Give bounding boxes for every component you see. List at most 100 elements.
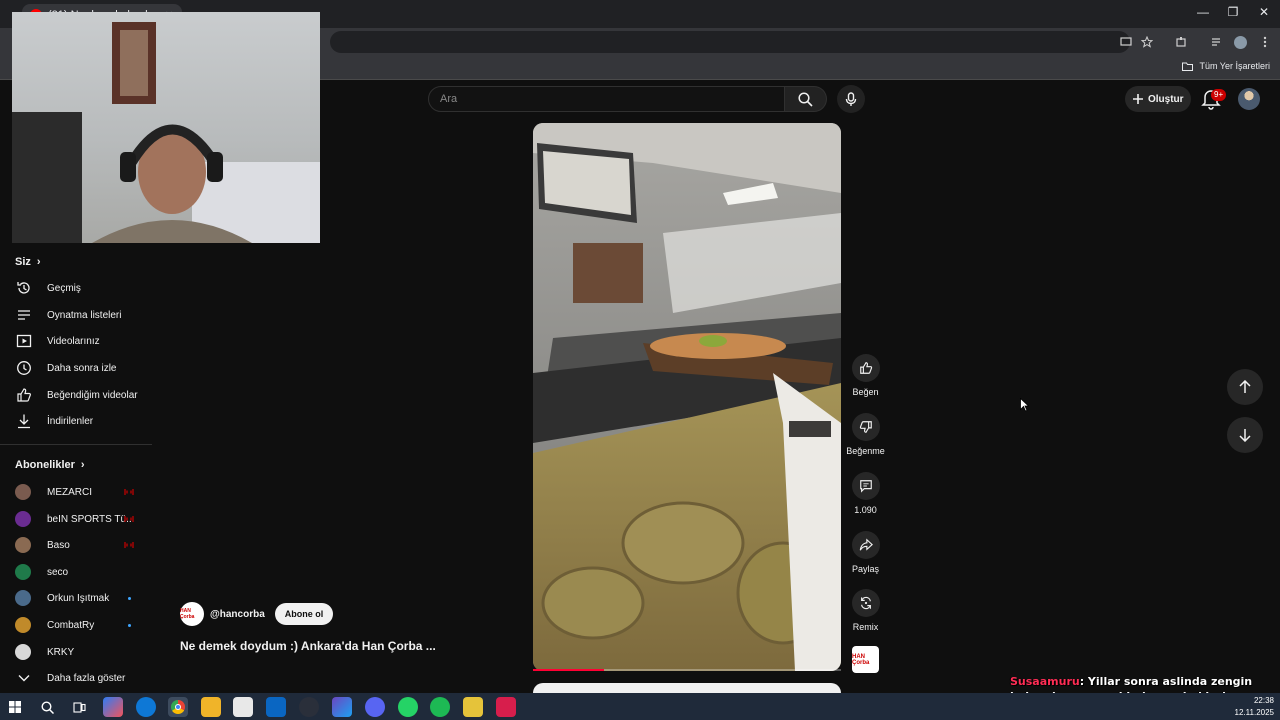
sidebar-item-playlists[interactable]: Oynatma listeleri <box>15 304 150 326</box>
steam-icon[interactable] <box>299 697 319 717</box>
sidebar-subscription-seco[interactable]: seco <box>15 561 150 583</box>
edge-browser-icon[interactable] <box>136 697 156 717</box>
sidebar-item-label: Oynatma listeleri <box>47 309 122 321</box>
copilot-icon[interactable] <box>103 697 123 717</box>
sidebar-item-downloads[interactable]: İndirilenler <box>15 410 150 432</box>
short-video-player[interactable] <box>533 123 841 671</box>
create-button[interactable]: Oluştur <box>1125 86 1191 112</box>
share-label: Paylaş <box>851 564 879 574</box>
sidebar-subscription-krky[interactable]: KRKY <box>15 641 150 663</box>
folder-icon <box>1182 62 1194 71</box>
sidebar-item-liked-videos[interactable]: Beğendiğim videolar <box>15 384 150 406</box>
search-button[interactable] <box>785 86 827 112</box>
sidebar-item-history[interactable]: Geçmiş <box>15 277 150 299</box>
subscriptions-heading-label: Abonelikler <box>15 459 75 471</box>
microphone-icon <box>845 91 857 106</box>
arrow-down-icon <box>1239 429 1251 442</box>
cast-icon[interactable] <box>1118 34 1134 50</box>
channel-info: HAN Çorba @hancorba Abone ol <box>180 602 334 626</box>
extensions-icon[interactable] <box>1173 34 1189 50</box>
browser-menu-icon[interactable] <box>1257 34 1273 50</box>
dislike-icon <box>851 413 880 441</box>
chevron-right-icon: › <box>80 459 85 471</box>
show-more-label: Daha fazla göster <box>47 672 126 684</box>
notepad-icon[interactable] <box>463 697 483 717</box>
comments-button[interactable]: 1.090 <box>845 472 886 515</box>
live-indicator-icon <box>124 489 134 495</box>
playlist-icon <box>15 306 33 324</box>
channel-handle[interactable]: @hancorba <box>210 609 265 620</box>
app-icon[interactable] <box>496 697 516 717</box>
live-indicator-icon <box>124 542 134 548</box>
taskbar-search-icon[interactable] <box>37 697 57 717</box>
subscriptions-heading[interactable]: Abonelikler › <box>15 459 85 471</box>
sidebar-item-label: Videolarınız <box>47 335 100 347</box>
remix-label: Remix <box>852 622 879 632</box>
taskbar-clock[interactable]: 22:38 12.11.2025 <box>1235 695 1274 719</box>
new-content-dot <box>128 597 131 600</box>
next-short-button[interactable] <box>1227 417 1263 453</box>
spotify-icon[interactable] <box>430 697 450 717</box>
previous-short-button[interactable] <box>1227 369 1263 405</box>
webcam-overlay <box>12 12 320 243</box>
task-view-icon[interactable] <box>69 697 89 717</box>
file-explorer-icon[interactable] <box>201 697 221 717</box>
sidebar-item-label: CombatRy <box>47 619 95 631</box>
short-title[interactable]: Ne demek doydum :) Ankara'da Han Çorba .… <box>180 639 436 653</box>
microsoft-store-icon[interactable] <box>233 697 253 717</box>
address-bar[interactable] <box>330 31 1130 53</box>
you-section-heading[interactable]: Siz › <box>15 256 41 268</box>
like-button[interactable]: Beğen <box>845 354 886 397</box>
discord-icon[interactable] <box>365 697 385 717</box>
like-label: Beğen <box>852 387 879 397</box>
video-progress-fill <box>533 669 604 671</box>
create-label: Oluştur <box>1148 93 1184 105</box>
restore-icon[interactable]: ❐ <box>1218 5 1248 19</box>
sidebar-divider <box>0 444 152 445</box>
sidebar-item-your-videos[interactable]: Videolarınız <box>15 330 150 352</box>
channel-avatar <box>15 617 31 633</box>
show-more-button[interactable]: Daha fazla göster <box>15 667 150 689</box>
voice-search-button[interactable] <box>837 85 865 113</box>
channel-avatar <box>15 590 31 606</box>
subscribe-button[interactable]: Abone ol <box>274 603 334 625</box>
history-icon <box>15 279 33 297</box>
mouse-cursor-icon <box>1020 398 1029 412</box>
share-button[interactable]: Paylaş <box>845 531 886 574</box>
sidebar-item-label: MEZARCI <box>47 486 92 498</box>
new-content-dot <box>128 624 131 627</box>
all-bookmarks-button[interactable]: Tüm Yer İşaretleri <box>1182 61 1270 71</box>
audio-source-logo[interactable]: HAN Çorba <box>852 646 879 673</box>
channel-avatar <box>15 564 31 580</box>
bookmark-star-icon[interactable] <box>1139 34 1155 50</box>
clock-date: 12.11.2025 <box>1234 708 1274 717</box>
media-control-icon[interactable] <box>1209 34 1225 50</box>
your-videos-icon <box>15 332 33 350</box>
teams-icon[interactable] <box>332 697 352 717</box>
sidebar-item-label: İndirilenler <box>47 415 94 427</box>
you-heading-label: Siz <box>15 256 31 268</box>
close-window-icon[interactable]: ✕ <box>1249 5 1279 19</box>
minimize-icon[interactable]: — <box>1188 5 1218 19</box>
remix-button[interactable]: Remix <box>845 589 886 632</box>
dislike-label: Beğenme <box>846 446 885 456</box>
dislike-button[interactable]: Beğenme <box>845 413 886 456</box>
all-bookmarks-label: Tüm Yer İşaretleri <box>1199 61 1270 71</box>
download-icon <box>15 412 33 430</box>
account-avatar[interactable] <box>1238 88 1260 110</box>
search-input[interactable]: Ara <box>428 86 785 112</box>
comment-icon <box>851 472 880 500</box>
chrome-browser-icon[interactable] <box>168 697 188 717</box>
sidebar-item-watch-later[interactable]: Daha sonra izle <box>15 357 150 379</box>
windows-start-icon[interactable] <box>5 697 25 717</box>
channel-avatar[interactable]: HAN Çorba <box>180 602 204 626</box>
whatsapp-icon[interactable] <box>398 697 418 717</box>
sidebar-item-label: Geçmiş <box>47 282 81 294</box>
chat-nickname: Susaamuru <box>1010 675 1080 688</box>
channel-avatar <box>15 511 31 527</box>
watch-later-icon <box>15 359 33 377</box>
sidebar-item-label: Orkun Işıtmak <box>47 592 110 604</box>
channel-avatar <box>15 484 31 500</box>
profile-avatar-icon[interactable] <box>1232 34 1248 50</box>
mail-icon[interactable] <box>266 697 286 717</box>
